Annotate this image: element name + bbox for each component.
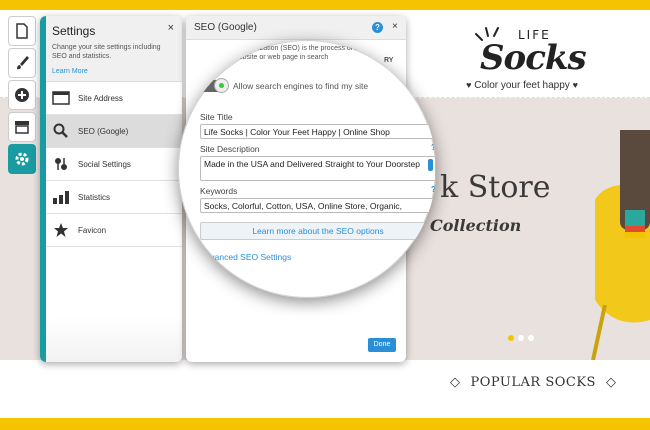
scrollbar[interactable] <box>428 159 433 171</box>
settings-header: Settings × Change your site settings inc… <box>46 16 182 82</box>
brush-icon[interactable] <box>8 48 36 78</box>
keywords-input[interactable]: Socks, Colorful, Cotton, USA, Online Sto… <box>200 198 436 213</box>
menu-item-label: Site Address <box>78 93 123 103</box>
bar-chart-icon <box>52 189 70 205</box>
chair-image <box>591 130 650 360</box>
site-title-label: Site Title <box>200 112 233 122</box>
site-description-value: Made in the USA and Delivered Straight t… <box>204 159 420 169</box>
magnifier-icon <box>52 123 70 139</box>
menu-item-label: Social Settings <box>78 159 131 169</box>
keywords-label: Keywords <box>200 186 238 196</box>
gear-icon[interactable] <box>8 144 36 174</box>
star-icon <box>52 222 70 238</box>
heart-icon: ♥ <box>466 80 472 90</box>
heart-icon: ♥ <box>572 80 578 90</box>
diamond-icon: ◇ <box>605 375 617 390</box>
advanced-seo-link[interactable]: Advanced SEO Settings <box>200 252 291 262</box>
carousel-dot[interactable] <box>518 335 524 341</box>
magnifier-lens: Search engine optimization (SEO) is the … <box>178 40 436 298</box>
learn-more-link[interactable]: Learn More <box>52 68 88 75</box>
toggle-knob <box>214 78 229 93</box>
page-icon[interactable] <box>8 16 36 46</box>
settings-panel: Settings × Change your site settings inc… <box>40 16 182 362</box>
site-title-input[interactable]: Life Socks | Color Your Feet Happy | Onl… <box>200 124 436 139</box>
social-icon <box>52 156 70 172</box>
bottom-bar <box>0 418 650 430</box>
search-engine-toggle[interactable] <box>198 78 229 93</box>
tagline-text: Color your feet happy <box>474 80 570 91</box>
site-tagline: ♥ Color your feet happy ♥ <box>462 80 582 91</box>
toggle-on-indicator <box>219 83 224 88</box>
hero-subtitle: Collection <box>430 216 522 235</box>
close-icon[interactable]: × <box>168 22 174 34</box>
carousel-dot[interactable] <box>528 335 534 341</box>
diamond-icon: ◇ <box>450 375 461 390</box>
help-icon[interactable]: ? <box>431 185 436 194</box>
menu-item-label: Favicon <box>78 225 107 235</box>
magnified-content: Search engine optimization (SEO) is the … <box>178 40 436 298</box>
logo-main-text: Socks <box>480 38 587 78</box>
menu-item-site-address[interactable]: Site Address <box>46 82 182 115</box>
add-icon[interactable] <box>8 80 36 110</box>
close-icon[interactable]: × <box>392 21 398 32</box>
site-description-label: Site Description <box>200 144 260 154</box>
help-icon[interactable]: ? <box>372 22 383 33</box>
settings-title: Settings <box>52 24 96 38</box>
seo-dialog-title: SEO (Google) <box>194 22 257 33</box>
menu-item-seo[interactable]: SEO (Google) <box>46 115 182 148</box>
popular-text: POPULAR SOCKS <box>470 375 596 390</box>
popular-heading: ◇ POPULAR SOCKS ◇ <box>450 375 616 390</box>
top-bar <box>0 0 650 10</box>
menu-item-social[interactable]: Social Settings <box>46 148 182 181</box>
menu-item-label: Statistics <box>78 192 111 202</box>
settings-description: Change your site settings including SEO … <box>52 44 161 60</box>
menu-item-statistics[interactable]: Statistics <box>46 181 182 214</box>
search-engine-toggle-row: Allow search engines to find my site <box>198 78 369 93</box>
carousel-dot[interactable] <box>508 335 514 341</box>
panel-footer <box>46 316 182 362</box>
seo-description: Search engine optimization (SEO) is the … <box>194 45 397 61</box>
done-button[interactable]: Done <box>368 338 396 352</box>
toggle-label: Allow search engines to find my site <box>233 81 369 91</box>
carousel-dots <box>508 335 534 341</box>
browser-window-icon <box>52 90 70 106</box>
seo-dialog-header: SEO (Google) ? × <box>186 16 406 40</box>
help-icon[interactable]: ? <box>431 143 436 152</box>
menu-item-label: SEO (Google) <box>78 126 129 136</box>
editor-toolbar <box>8 16 36 174</box>
site-description-textarea[interactable]: Made in the USA and Delivered Straight t… <box>200 156 436 181</box>
settings-menu: Site Address SEO (Google) Social Setting… <box>46 82 182 247</box>
hero-title: k Store <box>440 170 551 205</box>
menu-item-favicon[interactable]: Favicon <box>46 214 182 247</box>
store-icon[interactable] <box>8 112 36 142</box>
learn-more-seo-button[interactable]: Learn more about the SEO options <box>200 222 436 240</box>
